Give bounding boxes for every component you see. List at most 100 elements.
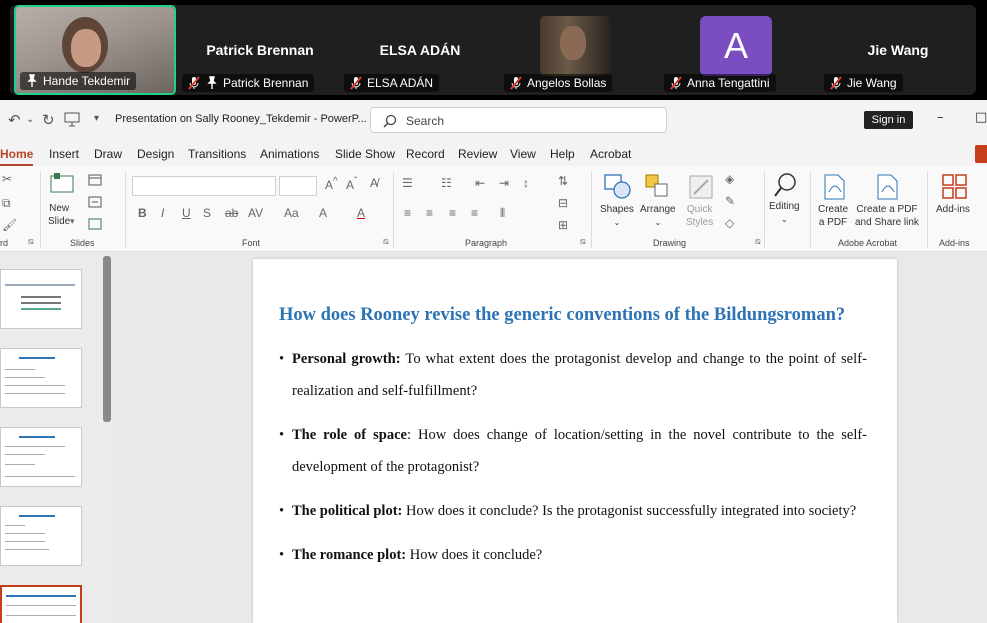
italic-button[interactable]: I xyxy=(161,206,164,220)
tab-review[interactable]: Review xyxy=(458,147,497,161)
new-slide-dropdown-icon[interactable]: ▾ xyxy=(70,216,75,227)
slide-thumbnail[interactable] xyxy=(0,269,82,329)
text-direction-icon[interactable]: ⇅ xyxy=(558,174,568,188)
customize-toolbar-icon[interactable]: ▾ xyxy=(94,113,99,124)
shadow-button[interactable]: S xyxy=(203,206,211,220)
participant-tile-patrick[interactable]: Patrick Brennan Patrick Brennan xyxy=(180,5,340,95)
present-from-start-icon[interactable] xyxy=(64,111,80,131)
arrange-button[interactable]: Arrange ⌄ xyxy=(640,203,676,229)
bullets-icon[interactable]: ☰ xyxy=(402,176,413,190)
reset-slide-icon[interactable] xyxy=(88,196,102,208)
increase-indent-icon[interactable]: ⇥ xyxy=(499,176,509,190)
font-dialog-launcher-icon[interactable]: ⧅ xyxy=(383,236,389,247)
redo-icon[interactable]: ↻ xyxy=(42,111,55,129)
drawing-dialog-launcher-icon[interactable]: ⧅ xyxy=(755,236,761,247)
create-share-pdf-icon[interactable] xyxy=(876,174,900,200)
font-size-select[interactable] xyxy=(279,176,317,196)
minimize-icon[interactable]: – xyxy=(937,110,944,125)
new-slide-button[interactable]: New Slide xyxy=(48,202,70,228)
maximize-icon[interactable]: □ xyxy=(975,110,987,125)
create-pdf-icon[interactable] xyxy=(823,174,847,200)
participant-tile-jie[interactable]: Jie Wang Jie Wang xyxy=(820,5,976,95)
undo-dropdown-icon[interactable]: ⌄ xyxy=(26,114,34,125)
slide-thumbnail[interactable] xyxy=(0,427,82,487)
cut-icon[interactable]: ✂ xyxy=(2,172,12,186)
muted-mic-icon xyxy=(829,76,843,90)
shape-fill-icon[interactable]: ◈ xyxy=(725,172,734,186)
format-painter-icon[interactable]: 🖌 xyxy=(2,218,17,232)
editing-button[interactable]: Editing ⌄ xyxy=(769,200,800,226)
shapes-button[interactable]: Shapes ⌄ xyxy=(600,203,634,229)
columns-icon[interactable]: ⫴ xyxy=(500,206,505,221)
decrease-font-icon[interactable]: Aˇ xyxy=(346,176,357,192)
slide-thumbnail[interactable] xyxy=(0,506,82,566)
tab-animations[interactable]: Animations xyxy=(260,147,319,161)
arrange-icon[interactable] xyxy=(645,174,671,200)
participant-tile-hande[interactable]: Hande Tekdemir xyxy=(14,5,176,95)
font-color-button[interactable]: A xyxy=(357,206,365,220)
slide-title[interactable]: How does Rooney revise the generic conve… xyxy=(279,305,845,326)
character-spacing-button[interactable]: AV xyxy=(248,206,263,220)
highlight-button[interactable]: A xyxy=(319,206,327,220)
undo-icon[interactable]: ↶ xyxy=(8,111,21,129)
addins-button[interactable]: Add-ins xyxy=(936,203,970,216)
increase-font-icon[interactable]: A^ xyxy=(325,176,338,192)
create-share-pdf-button[interactable]: Create a PDF and Share link xyxy=(855,203,919,229)
addins-icon[interactable] xyxy=(942,174,968,200)
tab-slide-show[interactable]: Slide Show xyxy=(335,147,395,161)
new-slide-icon[interactable] xyxy=(50,172,76,194)
tab-transitions[interactable]: Transitions xyxy=(188,147,246,161)
participant-tile-angelos[interactable]: Angelos Bollas xyxy=(500,5,660,95)
decrease-indent-icon[interactable]: ⇤ xyxy=(475,176,485,190)
shape-outline-icon[interactable]: ✎ xyxy=(725,194,735,208)
line-spacing-icon[interactable]: ↕ xyxy=(523,176,529,190)
tab-record[interactable]: Record xyxy=(406,147,445,161)
slide-thumbnail[interactable] xyxy=(0,348,82,408)
quick-styles-button[interactable]: Quick Styles xyxy=(686,203,713,229)
tab-insert[interactable]: Insert xyxy=(49,147,79,161)
section-icon[interactable] xyxy=(88,218,102,230)
create-pdf-button[interactable]: Create a PDF xyxy=(818,203,848,229)
pin-icon xyxy=(205,76,219,90)
align-center-icon[interactable]: ≡ xyxy=(426,206,433,220)
participant-tile-anna[interactable]: A Anna Tengattini xyxy=(660,5,820,95)
font-family-select[interactable] xyxy=(132,176,276,196)
dialog-launcher-icon[interactable]: ⧅ xyxy=(28,236,34,247)
layout-icon[interactable] xyxy=(88,174,102,186)
tab-acrobat[interactable]: Acrobat xyxy=(590,147,631,161)
slide-thumbnail-selected[interactable] xyxy=(0,585,82,623)
smartart-icon[interactable]: ⊞ xyxy=(558,218,568,232)
paragraph-dialog-launcher-icon[interactable]: ⧅ xyxy=(580,236,586,247)
justify-icon[interactable]: ≡ xyxy=(471,206,478,220)
change-case-button[interactable]: Aa xyxy=(284,206,299,220)
shapes-label: Shapes xyxy=(600,204,634,215)
editing-search-icon[interactable] xyxy=(773,172,799,198)
underline-button[interactable]: U xyxy=(182,206,191,220)
muted-mic-icon xyxy=(509,76,523,90)
bold-button[interactable]: B xyxy=(138,206,147,220)
shapes-icon[interactable] xyxy=(604,174,632,200)
share-button[interactable] xyxy=(975,145,987,163)
search-box[interactable]: Search xyxy=(370,107,667,133)
tab-draw[interactable]: Draw xyxy=(94,147,122,161)
quick-styles-icon[interactable] xyxy=(688,174,714,200)
group-label-drawing: Drawing xyxy=(653,238,687,248)
participant-tile-elsa[interactable]: ELSA ADÁN ELSA ADÁN xyxy=(340,5,500,95)
tab-home[interactable]: Home xyxy=(0,147,34,166)
tab-help[interactable]: Help xyxy=(550,147,575,161)
clear-formatting-icon[interactable]: A̸ xyxy=(370,176,378,190)
tab-design[interactable]: Design xyxy=(137,147,174,161)
copy-icon[interactable]: ⧉ xyxy=(2,196,11,211)
tab-view[interactable]: View xyxy=(510,147,536,161)
strikethrough-button[interactable]: ab xyxy=(225,206,238,220)
shape-effects-icon[interactable]: ◇ xyxy=(725,216,734,230)
numbering-icon[interactable]: ☷ xyxy=(441,176,452,190)
pin-icon xyxy=(25,74,39,88)
participant-label: Jie Wang xyxy=(824,74,903,92)
sign-in-button[interactable]: Sign in xyxy=(864,111,913,129)
align-left-icon[interactable]: ≡ xyxy=(404,206,411,220)
align-text-icon[interactable]: ⊟ xyxy=(558,196,568,210)
thumbnail-scrollbar[interactable] xyxy=(103,256,111,422)
align-right-icon[interactable]: ≡ xyxy=(449,206,456,220)
slide-canvas[interactable]: How does Rooney revise the generic conve… xyxy=(253,259,897,623)
